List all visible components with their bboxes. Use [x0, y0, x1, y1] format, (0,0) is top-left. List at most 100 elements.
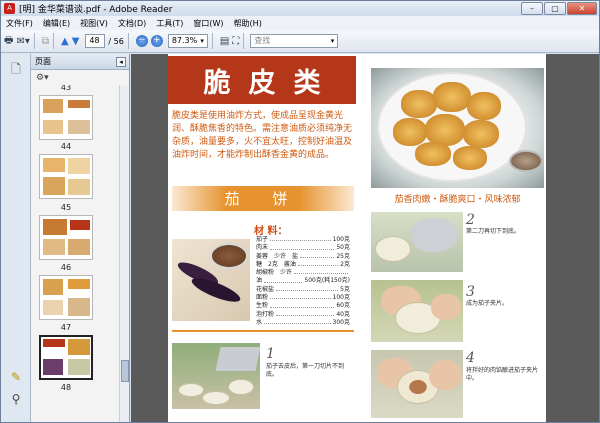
- pages-icon[interactable]: 🗋: [9, 60, 23, 76]
- page-thumbnail[interactable]: [39, 95, 93, 140]
- fried-eggplant: [433, 82, 471, 112]
- scrollbar-thumb[interactable]: [121, 360, 129, 382]
- page-number-input[interactable]: 48: [85, 34, 106, 48]
- menu-help[interactable]: 帮助(H): [229, 18, 267, 29]
- category-header: 脆 皮 类: [168, 56, 356, 104]
- organize-icon[interactable]: ⧉: [42, 32, 49, 50]
- intro-paragraph: 脆皮类是使用油炸方式，使成品呈现金黄光润、酥脆焦香的特色。需注意油质必须纯净无杂…: [172, 111, 353, 160]
- print-icon[interactable]: 🖶: [4, 32, 13, 50]
- ingredient-row: 花椒盐 5克: [256, 286, 350, 294]
- window-title: [明] 金华菜谱谈.pdf - Adobe Reader: [19, 5, 173, 15]
- page-thumbnail[interactable]: [39, 154, 93, 199]
- chevron-down-icon: ▾: [330, 37, 335, 45]
- ingredient-row: 糖 2克 酱油 2克: [256, 261, 350, 269]
- knife: [215, 347, 261, 371]
- toolbar-separator: [33, 33, 35, 49]
- zoom-out-icon[interactable]: −: [135, 35, 148, 47]
- prev-page-icon[interactable]: ▲: [61, 32, 69, 50]
- zoom-in-icon[interactable]: +: [150, 35, 163, 47]
- finished-dish-photo: [371, 68, 544, 188]
- ingredient-name: 水: [256, 318, 263, 326]
- ingredient-amount: 25克: [336, 252, 350, 260]
- step-text: 茄子去皮后，第一刀切片不到底。: [266, 363, 345, 378]
- page-thumbnail[interactable]: [39, 275, 93, 320]
- ingredient-name: 油: [256, 277, 263, 285]
- eggplant-piece: [375, 236, 411, 262]
- category-char: 皮: [248, 67, 276, 99]
- hand: [429, 360, 461, 390]
- thumbnails-scrollbar[interactable]: [119, 85, 129, 422]
- ingredient-amount: 50克: [336, 244, 350, 252]
- page-thumbnail[interactable]: [39, 215, 93, 260]
- page-thumbnails-panel: 页面 ◂ ⚙▾ 43 44 45 46 47 48: [31, 54, 130, 422]
- step-3-photo: [371, 280, 463, 342]
- document-area[interactable]: 脆 皮 类 脆皮类是使用油炸方式，使成品呈现金黄光润、酥脆焦香的特色。需注意油质…: [131, 54, 599, 422]
- ingredient-amount: 60克: [336, 302, 350, 310]
- step-text: 成为茄子夹片。: [466, 300, 509, 307]
- hand: [431, 294, 461, 320]
- thumbnail-page-number: 48: [60, 383, 72, 392]
- app-window: A [明] 金华菜谱谈.pdf - Adobe Reader – ▢ ✕ 文件(…: [0, 0, 600, 423]
- fried-eggplant: [415, 142, 451, 166]
- step-4-photo: [371, 350, 463, 418]
- thumbnail-page-number: 44: [60, 142, 72, 151]
- ingredient-amount: 500克(耗150克): [304, 277, 350, 285]
- panel-menu-icon[interactable]: ◂: [116, 56, 126, 67]
- search-input[interactable]: 查找 ▾: [250, 34, 339, 48]
- title-bar: A [明] 金华菜谱谈.pdf - Adobe Reader – ▢ ✕: [1, 1, 599, 16]
- ingredient-amount: 2克: [340, 260, 350, 268]
- menu-view[interactable]: 视图(V): [75, 18, 113, 29]
- eggplant-slice: [228, 379, 254, 395]
- step-number: 2: [466, 212, 475, 228]
- paperclip-icon[interactable]: ⚲: [9, 392, 23, 406]
- hand: [411, 218, 457, 252]
- ingredient-row: 姜蓉 少许 盐 25克: [256, 253, 350, 261]
- options-icon[interactable]: ⚙▾: [31, 70, 129, 85]
- fit-page-icon[interactable]: ▤: [220, 32, 229, 50]
- thumbnail-page-number: 45: [60, 203, 72, 212]
- toolbar-separator: [53, 33, 54, 49]
- ingredient-row: 肉末 50克: [256, 244, 350, 252]
- search-placeholder: 查找: [254, 36, 271, 45]
- ingredient-amount: 5克: [340, 285, 350, 293]
- thumbnail-page-number: 47: [60, 323, 72, 332]
- zoom-select[interactable]: 87.3% ▾: [167, 34, 208, 48]
- step-text: 第二刀再切下到底。: [466, 228, 521, 235]
- toolbar-separator: [211, 33, 213, 49]
- pdf-page: 脆 皮 类 脆皮类是使用油炸方式，使成品呈现金黄光润、酥脆焦香的特色。需注意油质…: [168, 54, 546, 422]
- page-thumbnail-selected[interactable]: [39, 335, 93, 380]
- ingredients-list: 茄子 100克 肉末 50克 姜蓉 少许 盐 25克 糖 2克 酱油 2克 胡椒粉 少许…: [256, 236, 350, 327]
- ingredient-name: 糖 2克 酱油: [256, 260, 296, 268]
- menu-file[interactable]: 文件(F): [1, 18, 38, 29]
- menu-edit[interactable]: 编辑(E): [38, 18, 75, 29]
- maximize-button[interactable]: ▢: [544, 2, 566, 15]
- category-char: 类: [293, 67, 321, 99]
- menu-document[interactable]: 文档(D): [113, 18, 151, 29]
- eggplant-slice: [178, 383, 204, 397]
- ingredient-amount: 40克: [336, 310, 350, 318]
- dipping-bowl: [509, 150, 543, 172]
- fried-eggplant: [453, 146, 487, 170]
- page-total: / 56: [108, 36, 124, 46]
- ingredient-row: 泡打粉 40克: [256, 311, 350, 319]
- close-button[interactable]: ✕: [567, 2, 597, 15]
- navigation-panel: 🗋 ✎ ⚲: [1, 54, 31, 422]
- ingredient-name: 生粉: [256, 302, 269, 310]
- ingredient-row: 水 300克: [256, 319, 350, 327]
- menu-window[interactable]: 窗口(W): [188, 18, 228, 29]
- minimize-button[interactable]: –: [521, 2, 543, 15]
- attachment-paperclip-icon[interactable]: ✎: [9, 370, 23, 384]
- window-controls: – ▢ ✕: [521, 2, 597, 15]
- email-icon[interactable]: ✉▾: [16, 32, 29, 50]
- fried-eggplant: [463, 120, 499, 148]
- ingredients-label: 材 料：: [254, 226, 288, 237]
- menu-tools[interactable]: 工具(T): [151, 18, 188, 29]
- step-number: 4: [466, 350, 475, 366]
- ingredient-row: 生粉 60克: [256, 302, 350, 310]
- ingredient-name: 姜蓉 少许 盐: [256, 252, 299, 260]
- section-divider: [172, 330, 354, 332]
- fullscreen-icon[interactable]: ⛶: [232, 32, 239, 50]
- toolbar-separator: [243, 33, 245, 49]
- step-number: 1: [266, 346, 275, 362]
- next-page-icon[interactable]: ▼: [72, 32, 80, 50]
